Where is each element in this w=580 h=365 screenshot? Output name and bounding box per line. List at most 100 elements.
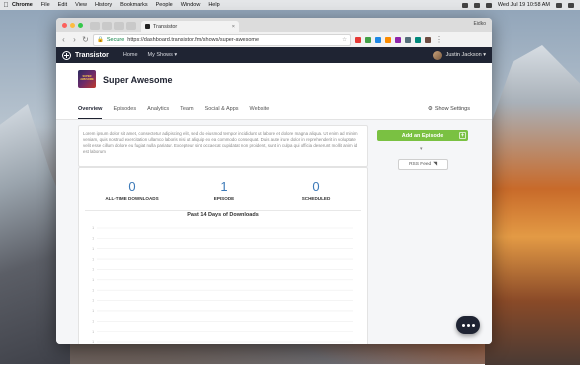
menu-help[interactable]: Help: [208, 2, 219, 8]
app-top-nav: Transistor Home My Shows ▾ Justin Jackso…: [56, 47, 492, 63]
extension-icon[interactable]: [395, 36, 401, 43]
back-icon[interactable]: ‹: [60, 35, 67, 44]
menu-view[interactable]: View: [75, 2, 87, 8]
plus-icon: +: [459, 132, 466, 139]
user-menu[interactable]: Justin Jackson ▾: [432, 50, 486, 60]
close-tab-icon[interactable]: ×: [232, 24, 235, 30]
user-name: Justin Jackson ▾: [445, 52, 486, 58]
search-icon[interactable]: [556, 2, 562, 8]
maximize-window-icon[interactable]: [78, 22, 83, 28]
address-bar[interactable]: 🔒 Secure https://dashboard.transistor.fm…: [93, 33, 351, 46]
stat-value: 1: [220, 179, 228, 194]
forward-icon[interactable]: ›: [71, 35, 78, 44]
rss-feed-button[interactable]: RSS Feed ◥: [398, 159, 448, 170]
add-episode-button[interactable]: Add an Episode +: [377, 130, 468, 141]
chrome-menu-icon[interactable]: ⋮: [435, 35, 443, 44]
close-window-icon[interactable]: [62, 22, 67, 28]
tab-strip: Transistor × Eidko: [56, 18, 492, 32]
rss-icon: ◥: [433, 162, 437, 167]
dot-icon: [466, 323, 470, 327]
overview-content: Lorem ipsum dolor sit amet, consectetur …: [56, 119, 492, 344]
wallpaper-mountain-right: [485, 45, 580, 365]
extension-icon[interactable]: [365, 36, 371, 43]
extension-icon[interactable]: [405, 36, 411, 43]
y-tick-label: 1: [92, 319, 94, 323]
extension-icon[interactable]: [355, 36, 361, 43]
stats-card: 0 ALL-TIME DOWNLOADS 1 EPISODE 0 SCHEDUL…: [78, 167, 368, 344]
window-controls: [56, 18, 89, 32]
menubar-clock[interactable]: Wed Jul 19 10:58 AM: [498, 2, 550, 8]
pinned-tab[interactable]: [102, 22, 112, 30]
bookmark-star-icon[interactable]: ☆: [342, 37, 347, 43]
nav-home[interactable]: Home: [123, 52, 138, 58]
extension-icon[interactable]: [385, 36, 391, 43]
gear-icon: ⚙: [427, 106, 433, 112]
tab-transistor[interactable]: Transistor ×: [141, 21, 239, 32]
menu-list-icon[interactable]: [568, 2, 574, 8]
show-description: Lorem ipsum dolor sit amet, consectetur …: [83, 131, 358, 154]
apple-icon[interactable]: : [0, 2, 12, 9]
menu-edit[interactable]: Edit: [58, 2, 67, 8]
menu-app-name[interactable]: Chrome: [12, 2, 33, 8]
downloads-chart: 111111111111Jul 5Jul 7Jul 9Jul 11Jul 13J…: [92, 226, 353, 344]
avatar: [432, 50, 442, 60]
url-text[interactable]: https://dashboard.transistor.fm/shows/su…: [127, 37, 259, 43]
minimize-window-icon[interactable]: [70, 22, 75, 28]
show-header: SUPER AWESOME Super Awesome Overview Epi…: [56, 63, 492, 120]
dot-icon: [471, 323, 475, 327]
show-artwork: SUPER AWESOME: [78, 70, 96, 88]
extension-icon[interactable]: [425, 36, 431, 43]
pinned-tab[interactable]: [114, 22, 124, 30]
add-episode-label: Add an Episode: [401, 132, 444, 139]
show-tabs: Overview Episodes Analytics Team Social …: [78, 103, 470, 119]
menu-people[interactable]: People: [156, 2, 173, 8]
pinned-tab[interactable]: [90, 22, 100, 30]
tab-title: Transistor: [153, 23, 178, 30]
browser-window: Transistor × Eidko ‹ › ↻ 🔒 Secure https:…: [56, 18, 492, 344]
y-tick-label: 1: [92, 257, 94, 261]
battery-icon[interactable]: [485, 2, 492, 8]
dropbox-icon[interactable]: [461, 2, 468, 8]
mac-menubar:  Chrome File Edit View History Bookmark…: [0, 0, 580, 10]
description-card: Lorem ipsum dolor sit amet, consectetur …: [78, 125, 368, 167]
tab-overview[interactable]: Overview: [78, 103, 103, 119]
chat-launcher-button[interactable]: [456, 316, 480, 334]
nav-my-shows[interactable]: My Shows ▾: [148, 52, 178, 58]
tab-website[interactable]: Website: [250, 103, 270, 112]
menu-window[interactable]: Window: [181, 2, 201, 8]
menu-file[interactable]: File: [41, 2, 50, 8]
y-tick-label: 1: [92, 309, 94, 313]
page-title: Super Awesome: [103, 75, 173, 85]
menu-history[interactable]: History: [95, 2, 112, 8]
y-tick-label: 1: [92, 288, 94, 292]
stat-value: 0: [312, 179, 320, 194]
brand-name[interactable]: Transistor: [75, 52, 109, 59]
stat-value: 0: [128, 179, 136, 194]
browser-toolbar: ‹ › ↻ 🔒 Secure https://dashboard.transis…: [56, 32, 492, 48]
tab-analytics[interactable]: Analytics: [147, 103, 169, 112]
lock-icon: 🔒: [97, 36, 104, 43]
transistor-favicon-icon: [145, 24, 150, 29]
y-tick-label: 1: [92, 278, 94, 282]
stat-all-time-downloads: 0 ALL-TIME DOWNLOADS: [87, 179, 177, 202]
pinned-tab[interactable]: [126, 22, 136, 30]
wifi-icon[interactable]: [473, 2, 480, 8]
secure-label: Secure: [106, 36, 125, 43]
show-settings-link[interactable]: ⚙ Show Settings: [428, 103, 470, 112]
transistor-logo-icon[interactable]: [62, 50, 71, 60]
stat-label: ALL-TIME DOWNLOADS: [105, 196, 159, 201]
stat-scheduled: 0 SCHEDULED: [271, 179, 361, 202]
tab-team[interactable]: Team: [180, 103, 193, 112]
menu-bookmarks[interactable]: Bookmarks: [120, 2, 148, 8]
extension-icon[interactable]: [375, 36, 381, 43]
tab-social-apps[interactable]: Social & Apps: [205, 103, 239, 112]
extension-icon[interactable]: [415, 36, 421, 43]
reload-icon[interactable]: ↻: [82, 35, 89, 44]
chart-title: Past 14 Days of Downloads: [187, 212, 259, 218]
tab-episodes[interactable]: Episodes: [113, 103, 136, 112]
stat-episode: 1 EPISODE: [179, 179, 269, 202]
menubar-status-area: Wed Jul 19 10:58 AM: [461, 2, 580, 8]
chrome-profile-name[interactable]: Eidko: [473, 21, 486, 27]
y-tick-label: 1: [92, 268, 94, 272]
y-tick-label: 1: [92, 340, 94, 344]
